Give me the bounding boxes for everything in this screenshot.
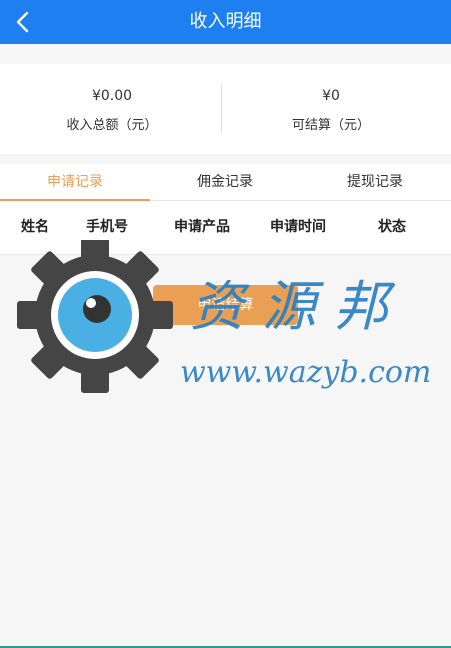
column-name: 姓名 — [21, 219, 49, 235]
table-header: 姓名 手机号 申请产品 申请时间 状态 — [0, 201, 451, 255]
settleable-label: 可结算（元） — [291, 118, 370, 133]
watermark-url: www.wazyb.com — [180, 355, 432, 390]
tab-commission-records[interactable]: 佣金记录 — [150, 164, 300, 200]
watermark-brand: 资源邦 — [190, 275, 406, 338]
record-tabs: 申请记录 佣金记录 提现记录 — [0, 164, 451, 201]
column-product: 申请产品 — [174, 219, 230, 235]
column-status: 状态 — [378, 219, 406, 235]
settleable-amount: ¥0 — [322, 88, 340, 104]
settleable-stat: ¥0 可结算（元） — [222, 64, 440, 154]
income-summary-card: ¥0.00 收入总额（元） ¥0 可结算（元） — [0, 64, 451, 154]
tab-withdrawal-records[interactable]: 提现记录 — [300, 164, 450, 200]
column-apply-time: 申请时间 — [270, 219, 326, 235]
total-income-label: 收入总额（元） — [66, 118, 158, 133]
total-income-stat: ¥0.00 收入总额（元） — [2, 64, 222, 154]
tab-application-records[interactable]: 申请记录 — [0, 164, 150, 200]
column-phone: 手机号 — [86, 219, 128, 235]
page-title: 收入明细 — [189, 11, 262, 32]
total-income-amount: ¥0.00 — [91, 88, 133, 104]
top-navbar: 收入明细 — [0, 0, 451, 44]
